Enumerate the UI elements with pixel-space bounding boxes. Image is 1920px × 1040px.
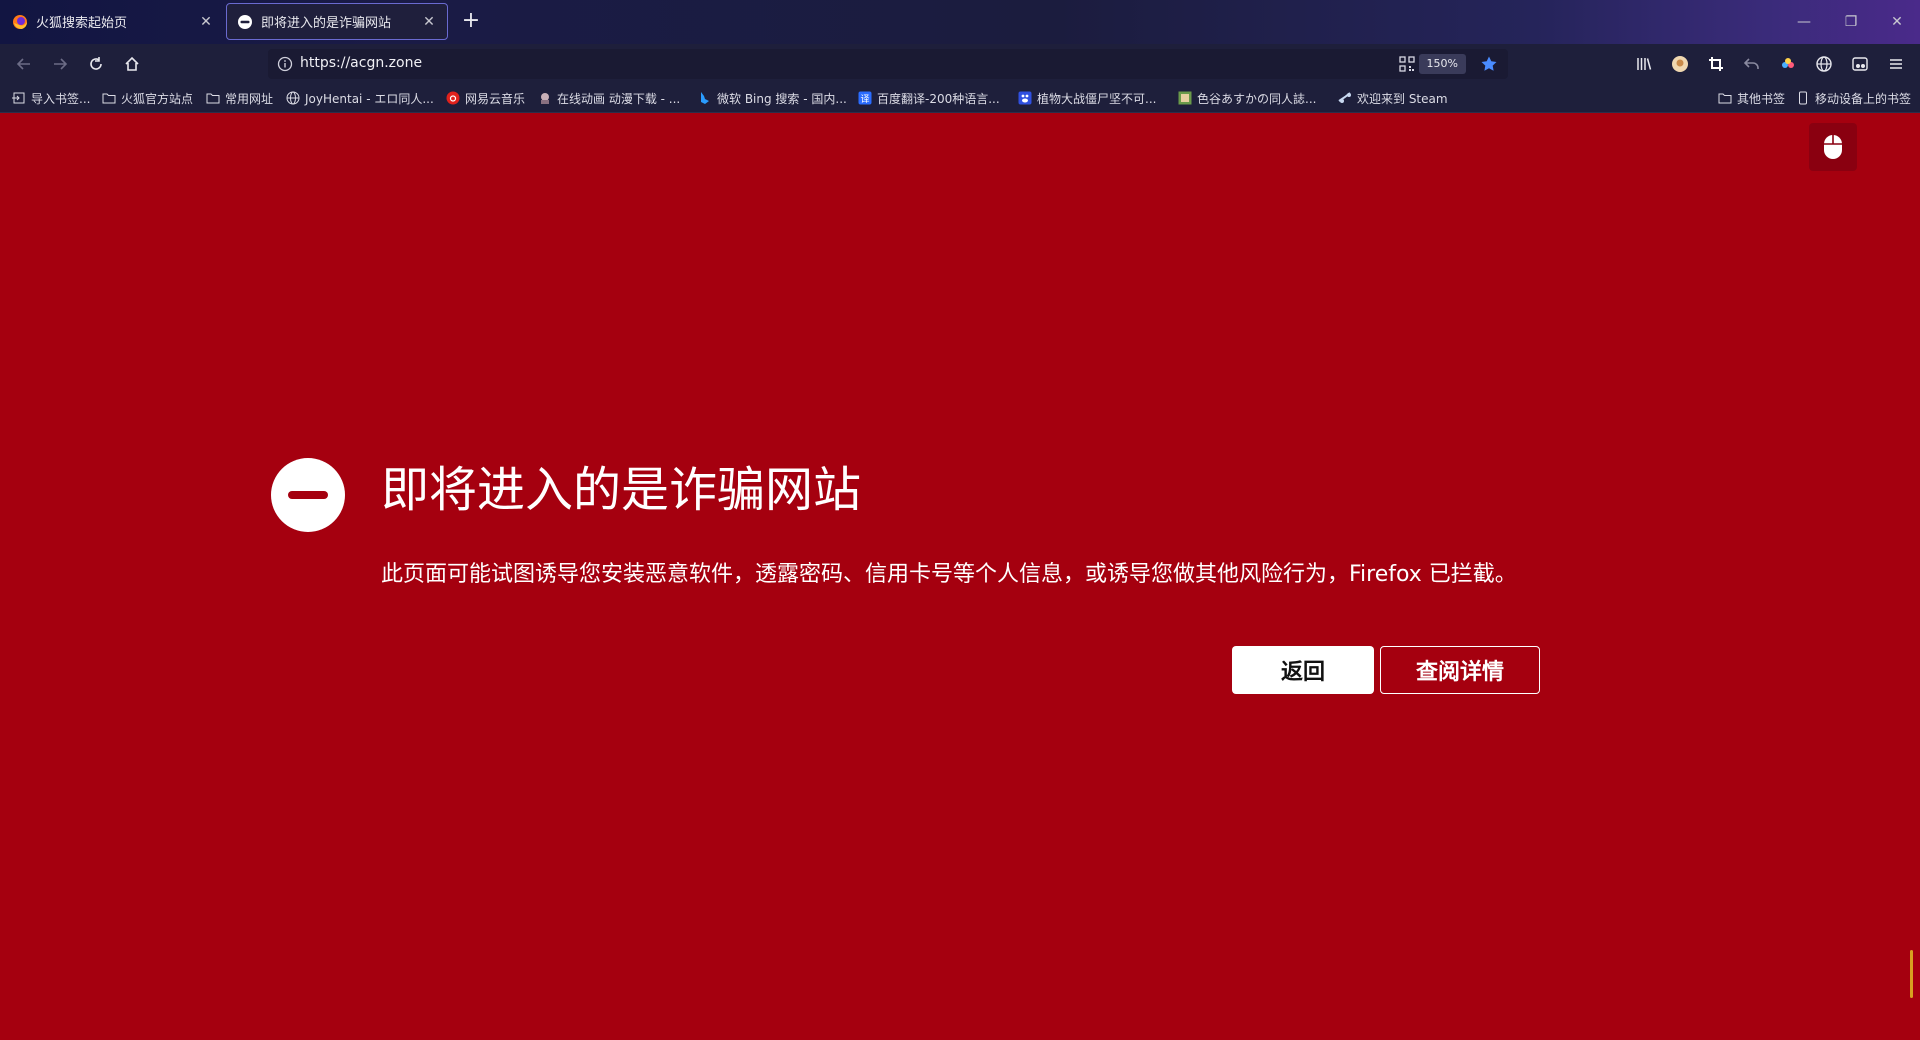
anime-site-icon [538, 91, 552, 105]
steam-icon [1338, 91, 1352, 105]
tab-close-icon[interactable]: ✕ [198, 14, 214, 30]
restore-button[interactable]: ❐ [1839, 10, 1863, 34]
tab-title: 即将进入的是诈骗网站 [261, 16, 392, 31]
tab-bar: 火狐搜索起始页 ✕ 即将进入的是诈骗网站 ✕ + — ❐ ✕ [0, 0, 1920, 44]
go-back-button[interactable]: 返回 [1232, 646, 1374, 694]
page-title: 即将进入的是诈骗网站 [381, 462, 862, 518]
extension-icon[interactable] [1777, 53, 1799, 75]
see-details-button[interactable]: 查阅详情 [1380, 646, 1540, 694]
netease-music-icon [446, 91, 460, 105]
url-text[interactable]: https://acgn.zone [300, 55, 422, 71]
navigation-toolbar: https://acgn.zone 150% [0, 44, 1920, 84]
bookmark-label: 移动设备上的书签 [1815, 91, 1912, 106]
tab-title: 火狐搜索起始页 [36, 16, 128, 31]
bookmark-label: 导入书签... [31, 91, 91, 106]
scrollbar-indicator[interactable] [1910, 950, 1913, 998]
baidu-icon [1018, 91, 1032, 105]
bookmark-item[interactable]: 在线动画 动漫下载 - ... [538, 89, 680, 107]
crop-screenshot-icon[interactable] [1705, 53, 1727, 75]
bookmarks-toolbar: 导入书签... 火狐官方站点 常用网址 JoyHentai - エロ同人... … [0, 84, 1920, 113]
address-bar[interactable]: https://acgn.zone 150% [268, 49, 1508, 79]
blocked-icon [237, 14, 253, 30]
qr-code-icon[interactable] [1398, 55, 1416, 73]
tab-firefox-start[interactable]: 火狐搜索起始页 ✕ [2, 3, 224, 40]
menu-hamburger-icon[interactable] [1885, 53, 1907, 75]
undo-close-tab-icon[interactable] [1741, 53, 1763, 75]
globe-icon [286, 91, 300, 105]
bookmark-label: 植物大战僵尸坚不可... [1037, 91, 1157, 106]
bookmark-label: 欢迎来到 Steam [1357, 91, 1448, 106]
bookmark-item[interactable]: 导入书签... [12, 89, 90, 107]
bookmark-label: 常用网址 [225, 91, 274, 106]
bookmark-label: 火狐官方站点 [121, 91, 194, 106]
bookmark-item[interactable]: 译 百度翻译-200种语言... [858, 89, 1000, 107]
bookmark-folder[interactable]: 火狐官方站点 [102, 89, 193, 107]
folder-icon [1718, 91, 1732, 105]
bookmark-folder[interactable]: 常用网址 [206, 89, 273, 107]
bookmark-label: 百度翻译-200种语言... [877, 91, 1000, 106]
tab-blocked-site[interactable]: 即将进入的是诈骗网站 ✕ [226, 3, 448, 40]
bookmark-label: 在线动画 动漫下载 - ... [557, 91, 681, 106]
other-bookmarks-folder[interactable]: 其他书签 [1718, 89, 1785, 107]
bookmark-star-icon[interactable] [1478, 53, 1500, 75]
firefox-logo-icon [12, 14, 28, 30]
bookmark-item[interactable]: JoyHentai - エロ同人... [286, 89, 434, 107]
bookmark-item[interactable]: 网易云音乐 [446, 89, 525, 107]
tab-close-icon[interactable]: ✕ [421, 14, 437, 30]
bookmark-item[interactable]: 欢迎来到 Steam [1338, 89, 1448, 107]
reader-extension-icon[interactable] [1849, 53, 1871, 75]
zoom-level-badge[interactable]: 150% [1418, 54, 1466, 74]
site-info-icon[interactable] [274, 53, 296, 75]
back-arrow-icon[interactable] [12, 52, 36, 76]
blocked-warning-icon [271, 458, 345, 532]
svg-text:译: 译 [860, 94, 869, 105]
bing-icon [698, 91, 712, 105]
bookmark-label: 其他书签 [1737, 91, 1786, 106]
reload-icon[interactable] [84, 52, 108, 76]
doujin-site-icon [1178, 91, 1192, 105]
bookmark-item[interactable]: 微软 Bing 搜索 - 国内... [698, 89, 847, 107]
bookmark-label: 网易云音乐 [465, 91, 526, 106]
home-icon[interactable] [120, 52, 144, 76]
folder-icon [206, 91, 220, 105]
bookmark-item[interactable]: 色谷あすかの同人誌... [1178, 89, 1316, 107]
account-avatar-icon[interactable] [1669, 53, 1691, 75]
baidu-translate-icon: 译 [858, 91, 872, 105]
bookmark-label: 微软 Bing 搜索 - 国内... [717, 91, 847, 106]
new-tab-button[interactable]: + [458, 9, 484, 35]
import-icon [12, 91, 26, 105]
mouse-extension-icon[interactable] [1809, 123, 1857, 171]
bookmark-label: 色谷あすかの同人誌... [1197, 91, 1317, 106]
library-icon[interactable] [1633, 53, 1655, 75]
warning-description: 此页面可能试图诱导您安装恶意软件，透露密码、信用卡号等个人信息，或诱导您做其他风… [381, 562, 1517, 587]
forward-arrow-icon[interactable] [48, 52, 72, 76]
bookmark-item[interactable]: 植物大战僵尸坚不可... [1018, 89, 1156, 107]
mobile-bookmarks-folder[interactable]: 移动设备上的书签 [1796, 89, 1911, 107]
minimize-button[interactable]: — [1792, 10, 1816, 34]
mobile-device-icon [1796, 91, 1810, 105]
folder-icon [102, 91, 116, 105]
close-window-button[interactable]: ✕ [1885, 10, 1909, 34]
bookmark-label: JoyHentai - エロ同人... [305, 91, 434, 106]
globe-icon[interactable] [1813, 53, 1835, 75]
